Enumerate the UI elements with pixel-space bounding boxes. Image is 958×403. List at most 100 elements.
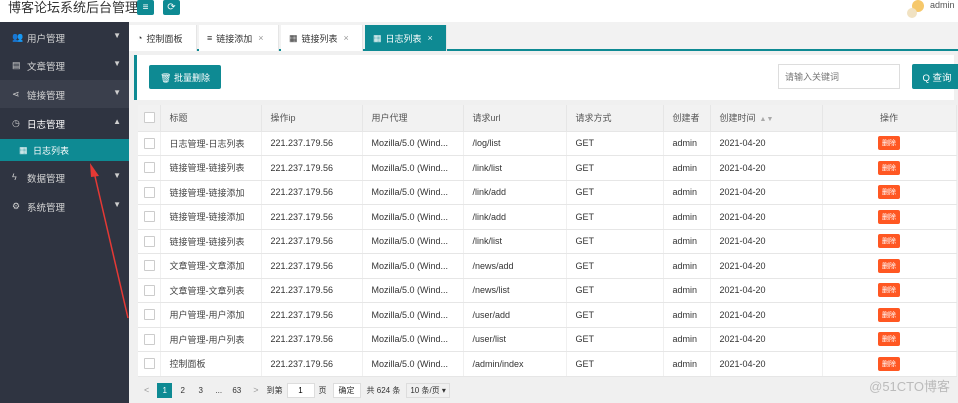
row-checkbox[interactable] xyxy=(144,260,155,272)
next-page-icon[interactable]: > xyxy=(253,385,258,395)
tab-link-add[interactable]: ≡ 链接添加 × xyxy=(199,25,279,51)
table-row[interactable]: 文章管理-文章添加 221.237.179.56 Mozilla/5.0 (Wind… xyxy=(138,253,957,279)
goto-page-input[interactable] xyxy=(286,382,315,398)
cell-actions: 删除 xyxy=(822,351,957,377)
sort-icon[interactable]: ▲▼ xyxy=(760,116,774,123)
delete-button[interactable]: 删除 xyxy=(878,283,900,298)
cell-creator: admin xyxy=(663,155,711,181)
cell-ip: 221.237.179.56 xyxy=(261,302,363,328)
delete-button[interactable]: 删除 xyxy=(878,258,900,273)
table-row[interactable]: 链接管理-链接添加 221.237.179.56 Mozilla/5.0 (Wind… xyxy=(138,180,957,205)
search-input[interactable] xyxy=(778,64,900,89)
row-select-cell[interactable] xyxy=(138,351,161,377)
row-checkbox[interactable] xyxy=(144,137,155,149)
cell-method: GET xyxy=(566,180,664,205)
select-all-cell[interactable] xyxy=(138,105,161,132)
row-select-cell[interactable] xyxy=(138,131,161,156)
sidebar-item-label: 数据管理 xyxy=(27,174,66,185)
cell-url: /user/list xyxy=(463,327,567,352)
row-select-cell[interactable] xyxy=(138,327,161,352)
tab-log-list[interactable]: ▦ 日志列表 × xyxy=(365,25,447,51)
cell-creator: admin xyxy=(663,229,711,254)
table-row[interactable]: 日志管理-日志列表 221.237.179.56 Mozilla/5.0 (Wind… xyxy=(138,131,957,156)
row-checkbox[interactable] xyxy=(144,162,155,174)
cell-agent: Mozilla/5.0 (Wind... xyxy=(362,131,464,156)
avatar[interactable] xyxy=(906,0,926,18)
sidebar-item-data-management[interactable]: ϟ 数据管理 ▼ xyxy=(0,163,129,191)
sidebar-item-link-management[interactable]: ⋖ 链接管理 ▼ xyxy=(0,80,129,108)
sidebar-item-system-management[interactable]: ⚙ 系统管理 ▼ xyxy=(0,192,129,220)
sidebar-item-user-management[interactable]: 👥 用户管理 ▼ xyxy=(0,23,129,51)
select-all-checkbox[interactable] xyxy=(144,112,155,124)
delete-button[interactable]: 删除 xyxy=(878,185,900,200)
cell-agent: Mozilla/5.0 (Wind... xyxy=(362,204,464,230)
table-row[interactable]: 用户管理-用户列表 221.237.179.56 Mozilla/5.0 (Wind… xyxy=(138,327,957,352)
row-select-cell[interactable] xyxy=(138,278,161,303)
close-icon[interactable]: × xyxy=(344,33,349,43)
row-checkbox[interactable] xyxy=(144,358,155,370)
table-row[interactable]: 控制面板 221.237.179.56 Mozilla/5.0 (Wind.../a… xyxy=(138,351,957,377)
row-checkbox[interactable] xyxy=(144,333,155,345)
cell-url: /link/list xyxy=(463,155,567,181)
sidebar-subitem-log-list[interactable]: ▦ 日志列表 xyxy=(0,139,129,161)
table-row[interactable]: 链接管理-链接列表 221.237.179.56 Mozilla/5.0 (Wind… xyxy=(138,229,957,254)
delete-button[interactable]: 删除 xyxy=(878,160,900,175)
column-header-time[interactable]: 创建时间 ▲▼ xyxy=(710,105,823,132)
page-ellipsis: ... xyxy=(215,385,223,395)
cell-time: 2021-04-20 xyxy=(710,278,823,303)
page-size-select[interactable]: 10 条/页 ▾ xyxy=(406,382,450,398)
refresh-button[interactable]: ⟳ xyxy=(163,0,180,15)
table-row[interactable]: 链接管理-链接添加 221.237.179.56 Mozilla/5.0 (Wind… xyxy=(138,204,957,230)
prev-page-icon[interactable]: < xyxy=(144,385,149,395)
cell-ip: 221.237.179.56 xyxy=(261,351,363,377)
page-3[interactable]: 3 xyxy=(193,383,208,398)
tab-link-list[interactable]: ▦ 链接列表 × xyxy=(281,25,363,51)
delete-button[interactable]: 删除 xyxy=(878,332,900,347)
row-checkbox[interactable] xyxy=(144,211,155,223)
cell-method: GET xyxy=(566,204,664,230)
cell-actions: 删除 xyxy=(822,180,957,205)
cell-actions: 删除 xyxy=(822,253,957,279)
row-select-cell[interactable] xyxy=(138,155,161,181)
cell-creator: admin xyxy=(663,327,711,352)
close-icon[interactable]: × xyxy=(428,33,433,43)
cell-title: 日志管理-日志列表 xyxy=(160,131,262,156)
delete-button[interactable]: 删除 xyxy=(878,136,900,151)
row-select-cell[interactable] xyxy=(138,204,161,230)
batch-delete-button[interactable]: 🗑 批量删除 xyxy=(149,65,221,89)
table-row[interactable]: 用户管理-用户添加 221.237.179.56 Mozilla/5.0 (Wind… xyxy=(138,302,957,328)
cell-method: GET xyxy=(566,155,664,181)
tab-label: 链接添加 xyxy=(216,33,253,44)
tab-dashboard[interactable]: ◔ 控制面板 xyxy=(129,25,197,51)
row-select-cell[interactable] xyxy=(138,253,161,279)
delete-button[interactable]: 删除 xyxy=(878,307,900,322)
page-1[interactable]: 1 xyxy=(157,382,173,398)
sidebar-item-article-management[interactable]: ▤ 文章管理 ▼ xyxy=(0,51,129,79)
close-icon[interactable]: × xyxy=(258,33,263,43)
cell-url: /admin/index xyxy=(463,351,567,377)
cell-title: 链接管理-链接列表 xyxy=(160,155,262,181)
table-row[interactable]: 链接管理-链接列表 221.237.179.56 Mozilla/5.0 (Wind… xyxy=(138,155,957,181)
row-select-cell[interactable] xyxy=(138,229,161,254)
table-row[interactable]: 文章管理-文章列表 221.237.179.56 Mozilla/5.0 (Wind… xyxy=(138,278,957,303)
user-name[interactable]: admin xyxy=(930,0,955,10)
delete-button[interactable]: 删除 xyxy=(878,356,900,371)
cell-ip: 221.237.179.56 xyxy=(261,155,363,181)
page-last[interactable]: 63 xyxy=(229,383,244,398)
page-2[interactable]: 2 xyxy=(175,383,190,398)
top-header: 博客论坛系统后台管理 ≡ ⟳ admin xyxy=(0,0,958,22)
delete-button[interactable]: 删除 xyxy=(878,234,900,249)
row-checkbox[interactable] xyxy=(144,309,155,321)
menu-toggle-button[interactable]: ≡ xyxy=(137,0,154,15)
row-checkbox[interactable] xyxy=(144,235,155,247)
sidebar-item-log-management[interactable]: ◷ 日志管理 ▲ xyxy=(0,109,129,137)
delete-button[interactable]: 删除 xyxy=(878,209,900,224)
goto-confirm-button[interactable]: 确定 xyxy=(332,382,361,398)
row-select-cell[interactable] xyxy=(138,180,161,205)
search-button[interactable]: Q 查询 xyxy=(912,64,958,89)
row-checkbox[interactable] xyxy=(144,284,155,296)
row-select-cell[interactable] xyxy=(138,302,161,328)
row-checkbox[interactable] xyxy=(144,186,155,198)
cell-actions: 删除 xyxy=(822,229,957,254)
column-header-time-label: 创建时间 xyxy=(719,113,756,124)
